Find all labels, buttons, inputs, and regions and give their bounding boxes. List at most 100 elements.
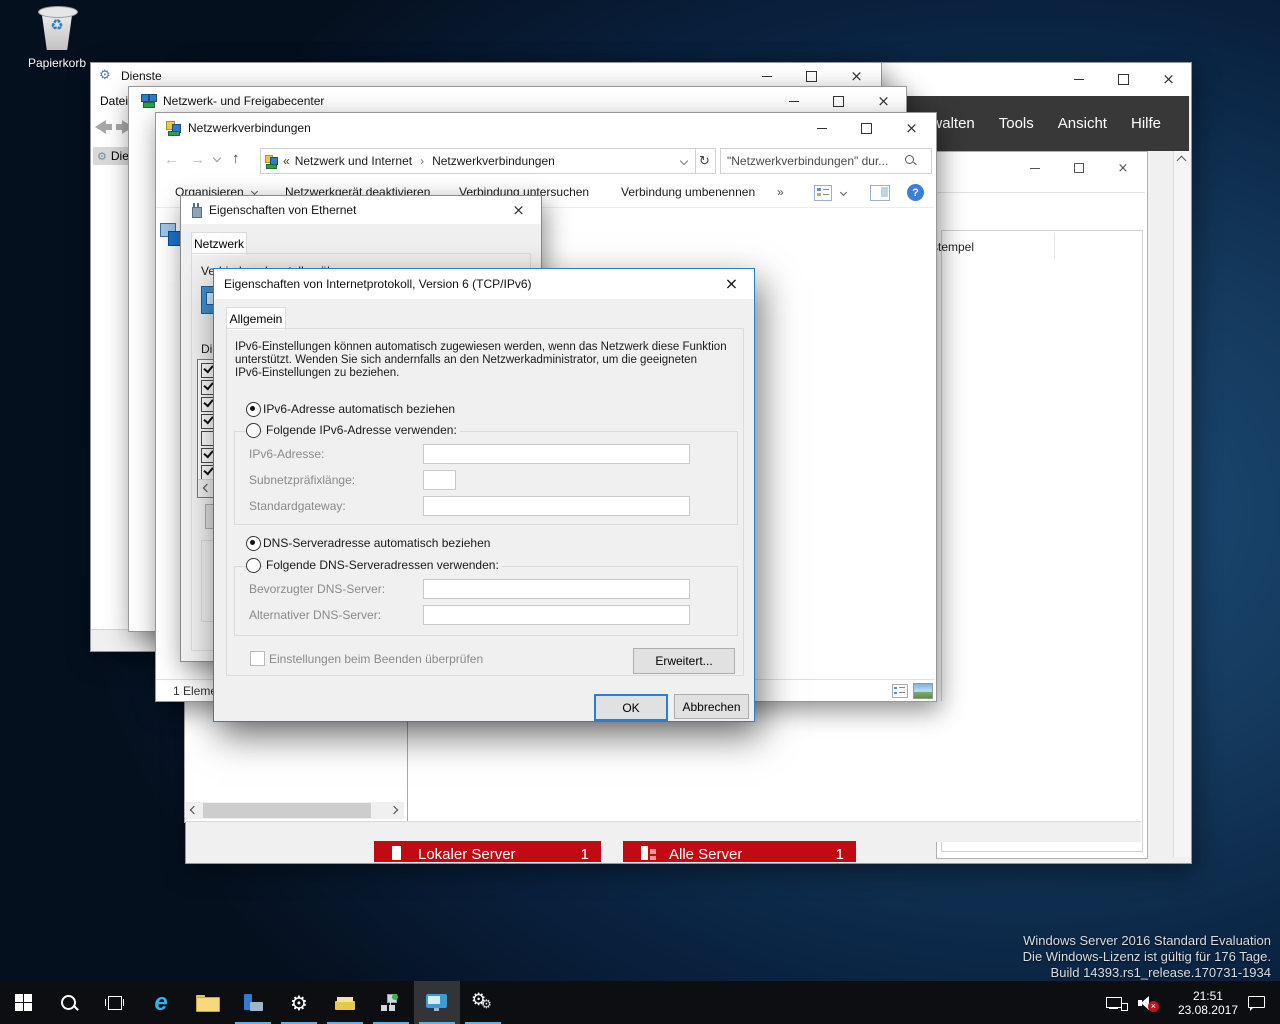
tile-alle-server[interactable]: Alle Server 1 [623, 841, 856, 862]
recent-pages-chevron-icon[interactable] [213, 154, 221, 162]
breadcrumb-parent[interactable]: Netzwerk und Internet [295, 154, 412, 168]
default-gateway-field [423, 496, 690, 516]
minimize-button[interactable] [799, 113, 844, 143]
back-arrow-icon[interactable]: ← [164, 151, 179, 168]
vertical-scrollbar[interactable] [1173, 151, 1190, 857]
recycle-bin-icon: ♻ [14, 6, 100, 56]
views-caret-icon[interactable] [840, 189, 847, 196]
menu-ansicht[interactable]: Ansicht [1058, 115, 1107, 132]
radio-manual-dns-label[interactable]: Folgende DNS-Serveradressen verwenden: [263, 558, 502, 572]
close-icon: × [850, 69, 863, 84]
menu-tools[interactable]: Tools [999, 115, 1034, 132]
minimize-icon [817, 128, 827, 129]
maximize-button[interactable] [1101, 63, 1146, 96]
address-bar[interactable]: « Netzwerk und Internet › Netzwerkverbin… [260, 148, 696, 174]
dialog-titlebar: Eigenschaften von Ethernet [181, 196, 541, 224]
maximize-button[interactable] [1057, 155, 1101, 181]
minimize-button[interactable] [1013, 155, 1057, 181]
radio-manual-dns[interactable] [246, 558, 261, 573]
back-icon[interactable] [95, 120, 106, 134]
scrollbar-thumb[interactable] [203, 803, 371, 818]
forward-icon-tail [116, 124, 122, 130]
maximize-button[interactable] [816, 87, 861, 115]
radio-auto-dns-label[interactable]: DNS-Serveradresse automatisch beziehen [263, 536, 490, 550]
search-box[interactable]: "Netzwerkverbindungen" dur... [720, 148, 932, 174]
cancel-button[interactable]: Abbrechen [674, 694, 749, 719]
close-button[interactable]: × [861, 87, 906, 115]
thumbnail-view-icon[interactable] [913, 683, 933, 699]
tray-volume-muted-icon[interactable]: × [1138, 995, 1160, 1011]
maximize-icon [806, 71, 817, 82]
tray-action-center-icon[interactable] [1248, 995, 1266, 1011]
breadcrumb-current[interactable]: Netzwerkverbindungen [432, 154, 555, 168]
servers-icon [641, 846, 655, 860]
close-button[interactable]: × [709, 269, 754, 299]
rename-command[interactable]: Verbindung umbenennen [621, 185, 755, 199]
dialog-title: Eigenschaften von Ethernet [209, 203, 356, 217]
close-button[interactable]: × [1146, 63, 1191, 96]
radio-manual-ipv6-label[interactable]: Folgende IPv6-Adresse verwenden: [263, 423, 460, 437]
tab-netzwerk[interactable]: Netzwerk [191, 232, 247, 255]
network-devices-button[interactable] [368, 981, 414, 1024]
close-icon: × [1118, 162, 1129, 175]
radio-auto-ipv6[interactable] [246, 402, 261, 417]
taskbar-search-button[interactable] [46, 981, 92, 1024]
address-dropdown-icon[interactable] [680, 157, 688, 165]
taskbar: e ⚙ [0, 981, 1280, 1024]
horizontal-scrollbar[interactable] [186, 802, 404, 819]
refresh-button[interactable]: ↻ [694, 148, 716, 174]
radio-auto-dns[interactable] [246, 536, 261, 551]
tile-lokaler-server[interactable]: Lokaler Server 1 [374, 841, 601, 862]
scroll-left-icon[interactable] [190, 806, 198, 814]
task-view-button[interactable] [92, 981, 138, 1024]
more-commands-chevron[interactable]: » [777, 185, 784, 199]
maximize-icon [833, 96, 844, 107]
minimize-button[interactable] [771, 87, 816, 115]
services-button[interactable]: ⚙ ⚙ [460, 981, 506, 1024]
internet-explorer-button[interactable]: e [138, 981, 184, 1024]
list-view-icon[interactable] [892, 684, 908, 698]
advanced-button[interactable]: Erweitert... [633, 648, 735, 674]
tab-allgemein[interactable]: Allgemein [226, 307, 286, 330]
recycle-bin-shortcut[interactable]: ♻ Papierkorb [14, 6, 100, 76]
forward-arrow-icon[interactable]: → [190, 151, 205, 168]
menu-datei[interactable]: Datei [100, 94, 128, 108]
search-input-text[interactable]: "Netzwerkverbindungen" dur... [727, 154, 905, 168]
recycle-bin-label: Papierkorb [14, 56, 100, 70]
preview-pane-icon[interactable] [870, 185, 890, 201]
close-button[interactable]: × [496, 196, 541, 224]
maximize-button[interactable] [844, 113, 889, 143]
radio-manual-ipv6[interactable] [246, 423, 261, 438]
tray-network-icon[interactable] [1106, 995, 1126, 1011]
views-icon[interactable] [814, 185, 832, 201]
start-button[interactable] [0, 981, 46, 1024]
settings-button[interactable]: ⚙ [276, 981, 322, 1024]
file-explorer-button[interactable] [184, 981, 230, 1024]
minimize-button[interactable] [1056, 63, 1101, 96]
ok-button[interactable]: OK [594, 694, 668, 721]
gear-icon: ⚙ [99, 68, 111, 83]
network-sharing-icon [141, 94, 157, 108]
breadcrumb-prefix: « [283, 154, 290, 168]
maximize-icon [861, 123, 872, 134]
library-button[interactable] [322, 981, 368, 1024]
subnet-prefix-label: Subnetzpräfixlänge: [249, 473, 355, 487]
gear-icon: ⚙ [97, 150, 107, 163]
control-panel-button[interactable] [414, 981, 460, 1024]
column-divider[interactable] [1054, 233, 1055, 259]
ipv6-address-field [423, 444, 690, 464]
search-icon[interactable] [905, 155, 917, 167]
scroll-left-icon[interactable] [203, 484, 211, 492]
scroll-up-icon[interactable] [1177, 156, 1187, 166]
close-button[interactable]: × [889, 113, 934, 143]
up-arrow-icon[interactable]: ↑ [232, 150, 240, 167]
window-title: Dienste [121, 69, 162, 83]
scroll-right-icon[interactable] [390, 806, 398, 814]
close-button[interactable]: × [1101, 155, 1145, 181]
tray-clock[interactable]: 21:51 23.08.2017 [1178, 989, 1238, 1017]
radio-auto-ipv6-label[interactable]: IPv6-Adresse automatisch beziehen [263, 402, 455, 416]
help-icon[interactable]: ? [907, 184, 924, 201]
menu-hilfe[interactable]: Hilfe [1131, 115, 1161, 132]
server-manager-button[interactable] [230, 981, 276, 1024]
tile-count: 1 [581, 846, 589, 862]
